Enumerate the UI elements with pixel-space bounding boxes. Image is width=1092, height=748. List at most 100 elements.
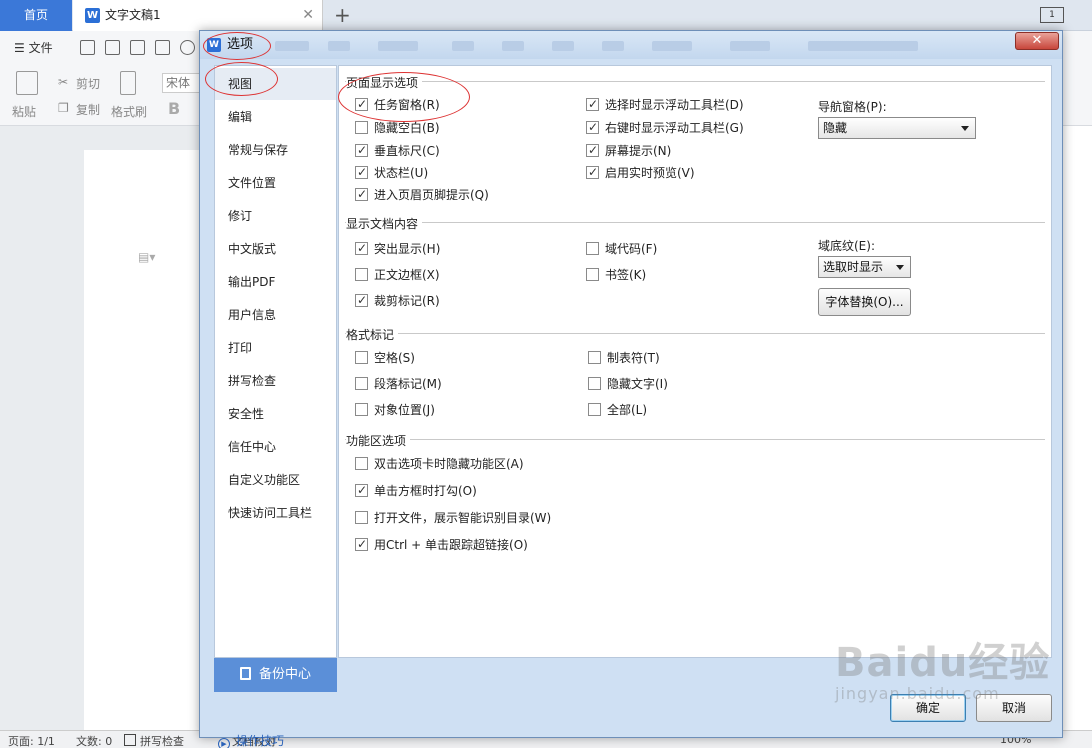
checkbox-label: 隐藏文字(I): [607, 377, 668, 391]
status-page: 页面: 1/1: [8, 735, 55, 748]
save-icon[interactable]: [80, 40, 95, 55]
checkbox-label: 进入页眉页脚提示(Q): [374, 188, 489, 202]
right-side-panel: [1062, 126, 1092, 730]
spellcheck-checkbox-icon[interactable]: [124, 734, 136, 746]
checkbox-label: 裁剪标记(R): [374, 294, 440, 308]
checkbox-box: [355, 187, 368, 201]
nav-item-print[interactable]: 打印: [215, 332, 336, 364]
tab-home[interactable]: 首页: [0, 0, 72, 31]
font-name-field[interactable]: 宋体: [162, 73, 202, 93]
backup-icon: [239, 667, 251, 680]
backup-center-button[interactable]: 备份中心: [214, 658, 337, 692]
window-switch-icon[interactable]: 1: [1040, 7, 1064, 23]
tab-document[interactable]: W 文字文稿1 ✕: [73, 0, 323, 31]
section-divider: [345, 222, 1045, 223]
bold-button[interactable]: B: [168, 99, 180, 118]
checkbox-label: 空格(S): [374, 351, 415, 365]
file-menu[interactable]: ☰ 文件: [14, 39, 53, 56]
checkbox-label: 段落标记(M): [374, 377, 442, 391]
checkbox-label: 域代码(F): [605, 242, 658, 256]
nav-item-security[interactable]: 安全性: [215, 398, 336, 430]
checkbox-box: [586, 120, 599, 134]
checkbox-label: 双击选项卡时隐藏功能区(A): [374, 457, 524, 471]
checkbox-label: 状态栏(U): [374, 166, 429, 180]
format-painter-icon[interactable]: [120, 71, 136, 95]
operation-tips-link[interactable]: ▶ 操作技巧: [218, 732, 284, 748]
options-nav: 视图 编辑 常规与保存 文件位置 修订 中文版式 输出PDF 用户信息 打印 拼…: [214, 65, 337, 658]
nav-item-file-location[interactable]: 文件位置: [215, 167, 336, 199]
tab-close-icon[interactable]: ✕: [302, 0, 314, 31]
preview-icon[interactable]: [155, 40, 170, 55]
checkbox-box: [355, 121, 368, 134]
status-word-count[interactable]: 文数: 0: [76, 733, 112, 748]
checkbox-box: [586, 242, 599, 255]
checkbox-box: [586, 165, 599, 179]
section-title-page-display: 页面显示选项: [346, 74, 423, 91]
blurred-ribbon-tab: [602, 41, 624, 51]
checkbox-label: 屏幕提示(N): [605, 144, 672, 158]
section-title-doc-content: 显示文档内容: [346, 215, 423, 232]
status-spell-check[interactable]: 拼写检查: [140, 733, 184, 748]
checkbox-box: [586, 143, 599, 157]
checkbox-label: 打开文件，展示智能识别目录(W): [374, 511, 552, 525]
field-shading-value: 选取时显示: [823, 260, 884, 274]
checkbox-label: 垂直标尺(C): [374, 144, 440, 158]
checkbox-box: [588, 351, 601, 364]
checkbox-label: 启用实时预览(V): [605, 166, 695, 180]
section-title-format-marks: 格式标记: [346, 326, 399, 343]
nav-pane-select[interactable]: 隐藏: [818, 117, 976, 139]
field-shading-select[interactable]: 选取时显示: [818, 256, 911, 278]
nav-item-custom-ribbon[interactable]: 自定义功能区: [215, 464, 336, 496]
export-icon[interactable]: [105, 40, 120, 55]
print-icon[interactable]: [130, 40, 145, 55]
nav-item-edit[interactable]: 编辑: [215, 101, 336, 133]
checkbox-box: [355, 351, 368, 364]
nav-item-export-pdf[interactable]: 输出PDF: [215, 266, 336, 298]
nav-item-view[interactable]: 视图: [215, 68, 336, 100]
dialog-title: 选项: [227, 37, 254, 52]
checkbox-label: 右键时显示浮动工具栏(G): [605, 121, 744, 135]
nav-item-chinese-layout[interactable]: 中文版式: [215, 233, 336, 265]
nav-item-user-info[interactable]: 用户信息: [215, 299, 336, 331]
file-menu-label: 文件: [28, 41, 53, 55]
dropdown-arrow-icon: [896, 265, 904, 270]
nav-item-trust-center[interactable]: 信任中心: [215, 431, 336, 463]
cut-label[interactable]: 剪切: [76, 75, 100, 92]
format-painter-label[interactable]: 格式刷: [111, 103, 147, 120]
new-tab-button[interactable]: +: [334, 0, 351, 31]
checkbox-label: 正文边框(X): [374, 268, 440, 282]
copy-icon[interactable]: ❐: [58, 101, 69, 115]
play-icon: ▶: [218, 738, 230, 748]
checkbox-box: [355, 511, 368, 524]
wps-logo-icon: W: [207, 38, 221, 52]
dropdown-arrow-icon: [961, 126, 969, 131]
undo-icon[interactable]: [180, 40, 195, 55]
blurred-ribbon-tab: [552, 41, 574, 51]
checkbox-box: [355, 403, 368, 416]
nav-item-general-save[interactable]: 常规与保存: [215, 134, 336, 166]
tab-bar: 首页 W 文字文稿1 ✕ + 1: [0, 0, 1092, 31]
dialog-close-button[interactable]: ✕: [1015, 32, 1059, 50]
dialog-body: 视图 编辑 常规与保存 文件位置 修订 中文版式 输出PDF 用户信息 打印 拼…: [214, 65, 1052, 748]
blurred-ribbon-tab: [328, 41, 350, 51]
checkbox-box: [355, 268, 368, 281]
blurred-ribbon-tab: [275, 41, 309, 51]
paste-label[interactable]: 粘贴: [12, 103, 36, 120]
copy-label[interactable]: 复制: [76, 101, 100, 118]
checkbox-box: [588, 377, 601, 390]
font-substitution-button[interactable]: 字体替换(O)...: [818, 288, 911, 316]
checkbox-label: 突出显示(H): [374, 242, 441, 256]
operation-tips-label: 操作技巧: [236, 734, 285, 748]
nav-item-quick-access[interactable]: 快速访问工具栏: [215, 497, 336, 529]
wps-writer-icon: W: [85, 8, 100, 23]
checkbox-label: 对象位置(J): [374, 403, 435, 417]
dialog-titlebar[interactable]: W 选项 ✕: [200, 31, 1062, 59]
nav-item-spell-check[interactable]: 拼写检查: [215, 365, 336, 397]
checkbox-label: 制表符(T): [607, 351, 660, 365]
checkbox-box: [355, 483, 368, 497]
paste-icon[interactable]: [16, 71, 38, 95]
checkbox-box: [355, 241, 368, 255]
scissors-icon[interactable]: ✂: [58, 75, 68, 89]
nav-pane-value: 隐藏: [823, 121, 848, 135]
nav-item-revision[interactable]: 修订: [215, 200, 336, 232]
